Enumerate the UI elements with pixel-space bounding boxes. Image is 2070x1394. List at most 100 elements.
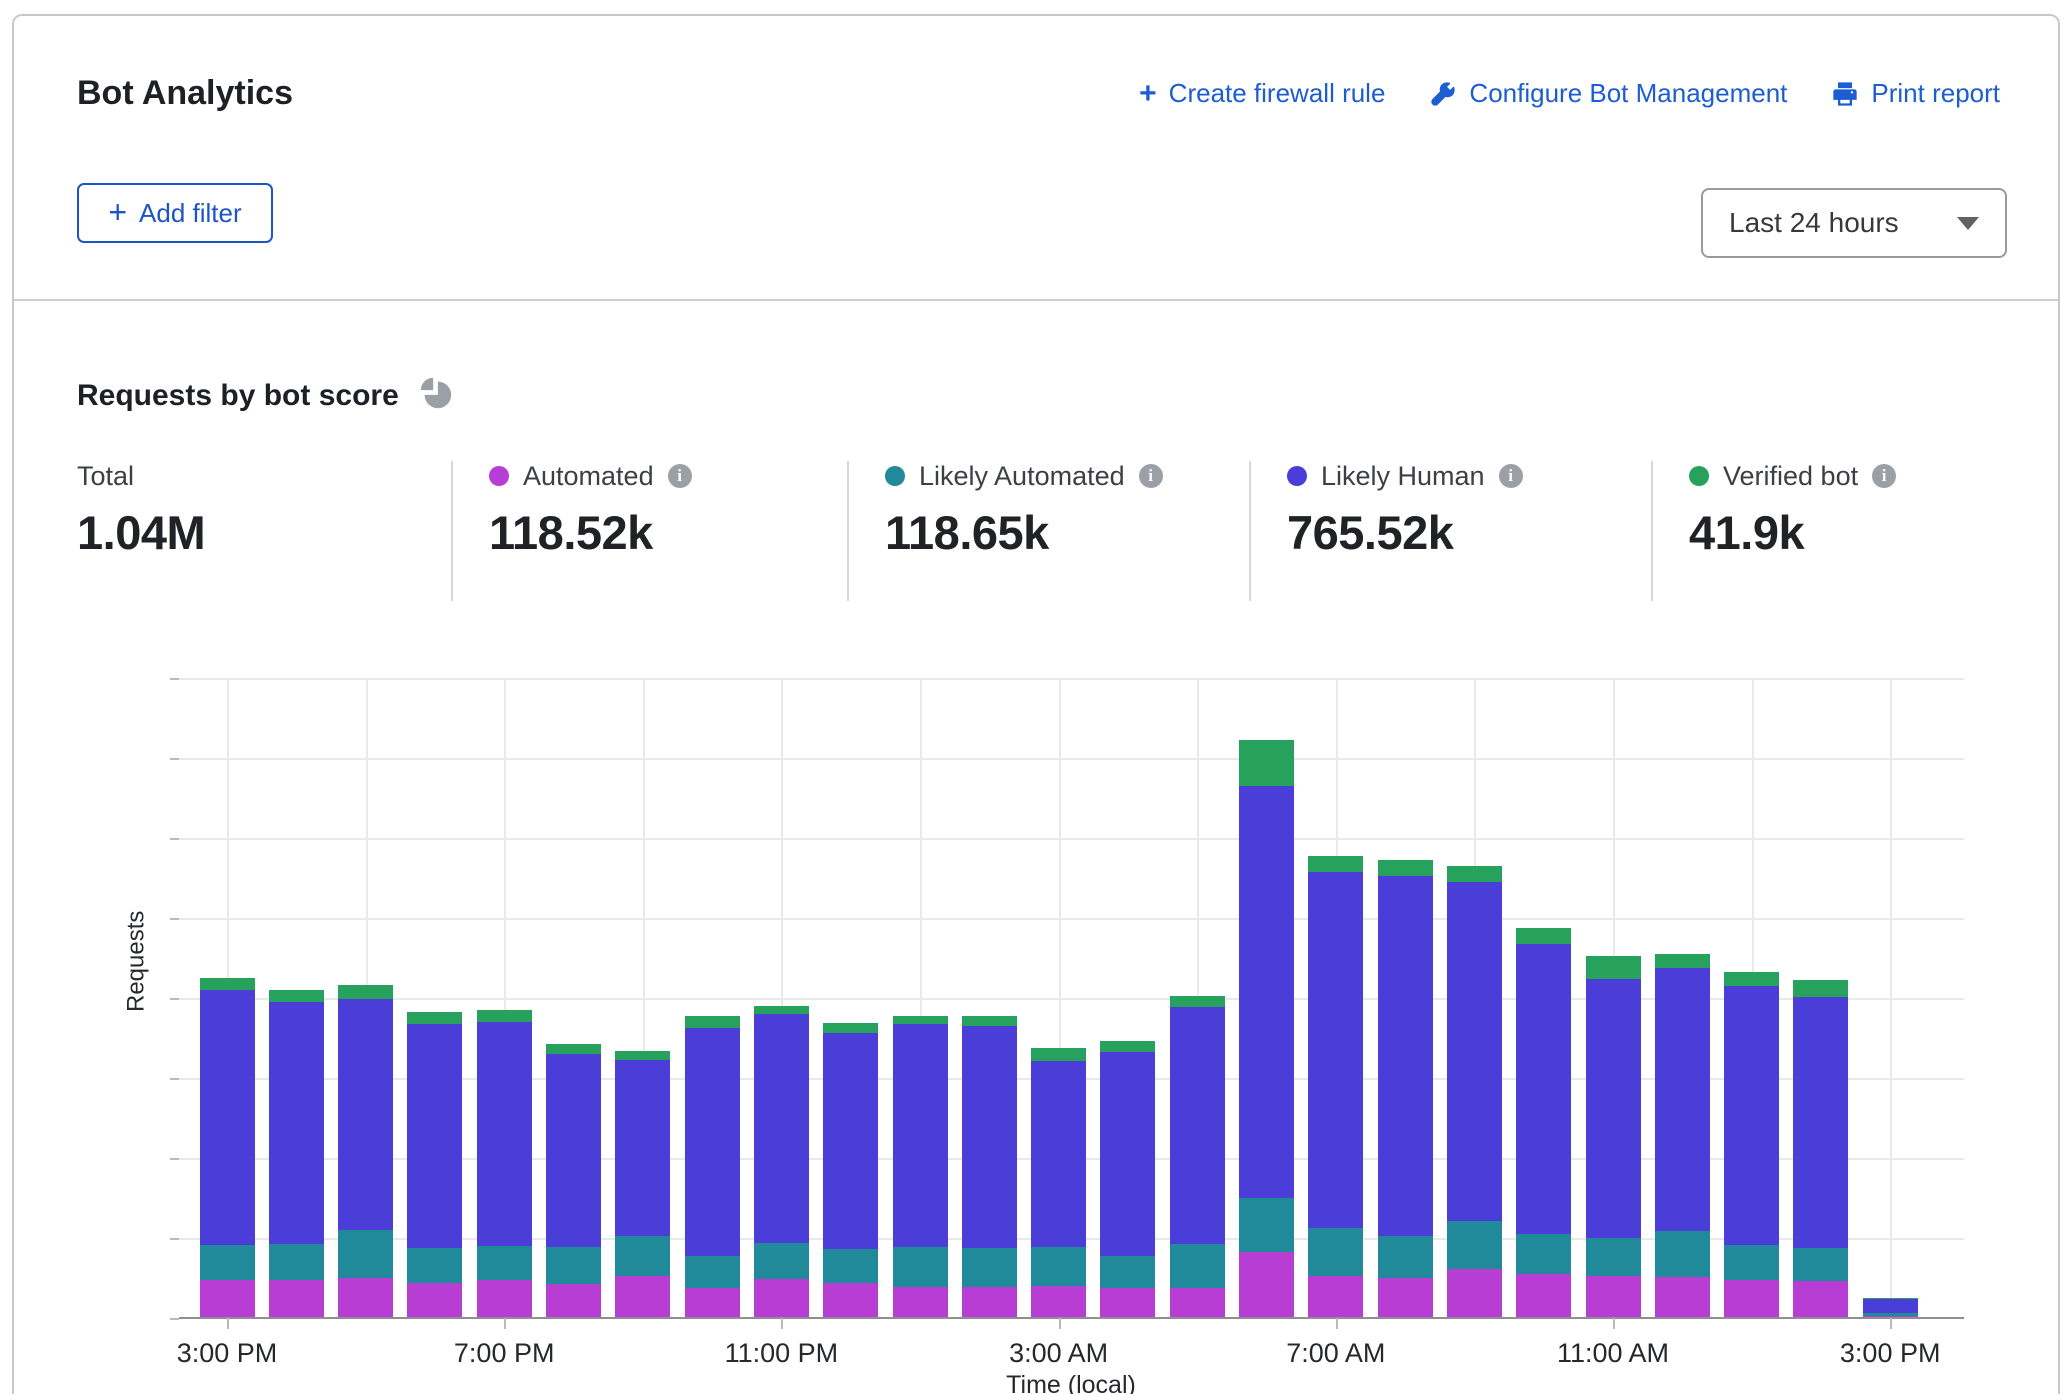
bar-segment-likely-automated[interactable]	[1031, 1247, 1086, 1286]
bar-2-00-pm[interactable]	[1793, 980, 1848, 1318]
bar-3-00-pm[interactable]	[1863, 1298, 1918, 1318]
bar-segment-likely-automated[interactable]	[1378, 1236, 1433, 1278]
bar-segment-likely-human[interactable]	[546, 1054, 601, 1247]
bar-2-00-am[interactable]	[962, 1016, 1017, 1318]
print-report-link[interactable]: Print report	[1831, 78, 2000, 109]
bar-segment-automated[interactable]	[338, 1278, 393, 1318]
bar-10-00-pm[interactable]	[685, 1016, 740, 1318]
bar-segment-automated[interactable]	[269, 1280, 324, 1318]
bar-segment-verified-bot[interactable]	[269, 990, 324, 1002]
bar-segment-automated[interactable]	[754, 1279, 809, 1318]
bar-segment-likely-automated[interactable]	[1516, 1234, 1571, 1274]
bar-segment-likely-automated[interactable]	[962, 1248, 1017, 1287]
bar-segment-likely-human[interactable]	[893, 1024, 948, 1246]
bar-3-00-am[interactable]	[1031, 1048, 1086, 1318]
bar-segment-likely-automated[interactable]	[1793, 1248, 1848, 1281]
bar-segment-likely-human[interactable]	[615, 1060, 670, 1236]
bar-segment-automated[interactable]	[1724, 1280, 1779, 1318]
bar-segment-verified-bot[interactable]	[962, 1016, 1017, 1026]
bar-1-00-pm[interactable]	[1724, 972, 1779, 1318]
bar-segment-likely-human[interactable]	[1170, 1007, 1225, 1245]
bar-segment-likely-human[interactable]	[1586, 979, 1641, 1238]
bar-segment-likely-automated[interactable]	[1447, 1221, 1502, 1269]
bar-segment-likely-automated[interactable]	[1586, 1238, 1641, 1276]
bar-segment-likely-human[interactable]	[407, 1024, 462, 1247]
bar-segment-automated[interactable]	[893, 1287, 948, 1318]
bar-segment-automated[interactable]	[1655, 1277, 1710, 1318]
bar-segment-automated[interactable]	[407, 1283, 462, 1318]
time-range-select[interactable]: Last 24 hours	[1701, 188, 2007, 258]
bar-10-00-am[interactable]	[1516, 928, 1571, 1318]
bar-segment-automated[interactable]	[200, 1280, 255, 1318]
bar-segment-likely-human[interactable]	[1447, 882, 1502, 1221]
bar-3-00-pm[interactable]	[200, 978, 255, 1318]
bar-segment-verified-bot[interactable]	[1100, 1041, 1155, 1052]
bar-segment-likely-automated[interactable]	[546, 1247, 601, 1284]
info-icon[interactable]: i	[1872, 464, 1896, 488]
bar-12-00-am[interactable]	[823, 1023, 878, 1318]
bar-5-00-am[interactable]	[1170, 996, 1225, 1318]
bar-4-00-pm[interactable]	[269, 990, 324, 1318]
bar-segment-likely-human[interactable]	[1031, 1061, 1086, 1247]
bar-segment-verified-bot[interactable]	[754, 1006, 809, 1014]
bar-segment-likely-human[interactable]	[685, 1028, 740, 1255]
bar-segment-automated[interactable]	[1031, 1286, 1086, 1318]
add-filter-button[interactable]: + Add filter	[77, 183, 273, 243]
bar-segment-automated[interactable]	[823, 1283, 878, 1318]
bar-11-00-pm[interactable]	[754, 1006, 809, 1318]
bar-6-00-am[interactable]	[1239, 740, 1294, 1318]
bar-segment-likely-automated[interactable]	[1308, 1228, 1363, 1275]
bar-segment-likely-automated[interactable]	[407, 1248, 462, 1283]
bar-5-00-pm[interactable]	[338, 985, 393, 1318]
bar-segment-automated[interactable]	[1447, 1269, 1502, 1318]
bar-segment-verified-bot[interactable]	[1793, 980, 1848, 997]
create-firewall-rule-link[interactable]: + Create firewall rule	[1139, 78, 1385, 109]
bar-segment-verified-bot[interactable]	[546, 1044, 601, 1054]
bar-segment-likely-human[interactable]	[1308, 872, 1363, 1229]
bar-segment-likely-automated[interactable]	[477, 1246, 532, 1280]
bar-segment-automated[interactable]	[1516, 1274, 1571, 1318]
bar-segment-likely-automated[interactable]	[269, 1244, 324, 1280]
bar-segment-verified-bot[interactable]	[615, 1051, 670, 1060]
bar-segment-verified-bot[interactable]	[1586, 956, 1641, 979]
bar-segment-likely-automated[interactable]	[1100, 1256, 1155, 1288]
bar-segment-automated[interactable]	[685, 1288, 740, 1318]
bar-1-00-am[interactable]	[893, 1016, 948, 1318]
bar-segment-likely-human[interactable]	[1655, 968, 1710, 1230]
bar-segment-verified-bot[interactable]	[1239, 740, 1294, 786]
bar-segment-likely-automated[interactable]	[200, 1245, 255, 1280]
info-icon[interactable]: i	[668, 464, 692, 488]
bar-segment-verified-bot[interactable]	[685, 1016, 740, 1028]
bar-9-00-pm[interactable]	[615, 1051, 670, 1318]
bar-segment-likely-automated[interactable]	[823, 1249, 878, 1283]
bar-6-00-pm[interactable]	[407, 1012, 462, 1318]
bar-segment-likely-human[interactable]	[200, 990, 255, 1245]
bar-12-00-pm[interactable]	[1655, 954, 1710, 1318]
bar-segment-verified-bot[interactable]	[1516, 928, 1571, 944]
bar-segment-automated[interactable]	[1793, 1281, 1848, 1318]
bar-segment-likely-human[interactable]	[1239, 786, 1294, 1198]
bar-7-00-am[interactable]	[1308, 856, 1363, 1318]
bar-segment-likely-automated[interactable]	[1655, 1231, 1710, 1277]
bar-segment-likely-human[interactable]	[1724, 986, 1779, 1245]
bar-4-00-am[interactable]	[1100, 1041, 1155, 1318]
bar-segment-automated[interactable]	[962, 1287, 1017, 1318]
bar-segment-likely-human[interactable]	[754, 1014, 809, 1243]
bar-segment-likely-human[interactable]	[1378, 876, 1433, 1236]
bar-segment-verified-bot[interactable]	[1724, 972, 1779, 986]
bar-segment-likely-human[interactable]	[477, 1022, 532, 1246]
bar-segment-likely-automated[interactable]	[1170, 1244, 1225, 1287]
bar-8-00-pm[interactable]	[546, 1044, 601, 1318]
bar-segment-likely-automated[interactable]	[1863, 1313, 1918, 1315]
bar-segment-automated[interactable]	[1586, 1276, 1641, 1318]
bar-segment-verified-bot[interactable]	[1655, 954, 1710, 968]
info-icon[interactable]: i	[1139, 464, 1163, 488]
info-icon[interactable]: i	[1499, 464, 1523, 488]
bar-segment-verified-bot[interactable]	[1378, 860, 1433, 876]
bar-segment-verified-bot[interactable]	[1170, 996, 1225, 1007]
configure-bot-management-link[interactable]: Configure Bot Management	[1429, 78, 1787, 109]
bar-9-00-am[interactable]	[1447, 866, 1502, 1318]
bar-segment-verified-bot[interactable]	[338, 985, 393, 999]
bar-segment-automated[interactable]	[1308, 1276, 1363, 1318]
bar-segment-likely-automated[interactable]	[1724, 1245, 1779, 1280]
